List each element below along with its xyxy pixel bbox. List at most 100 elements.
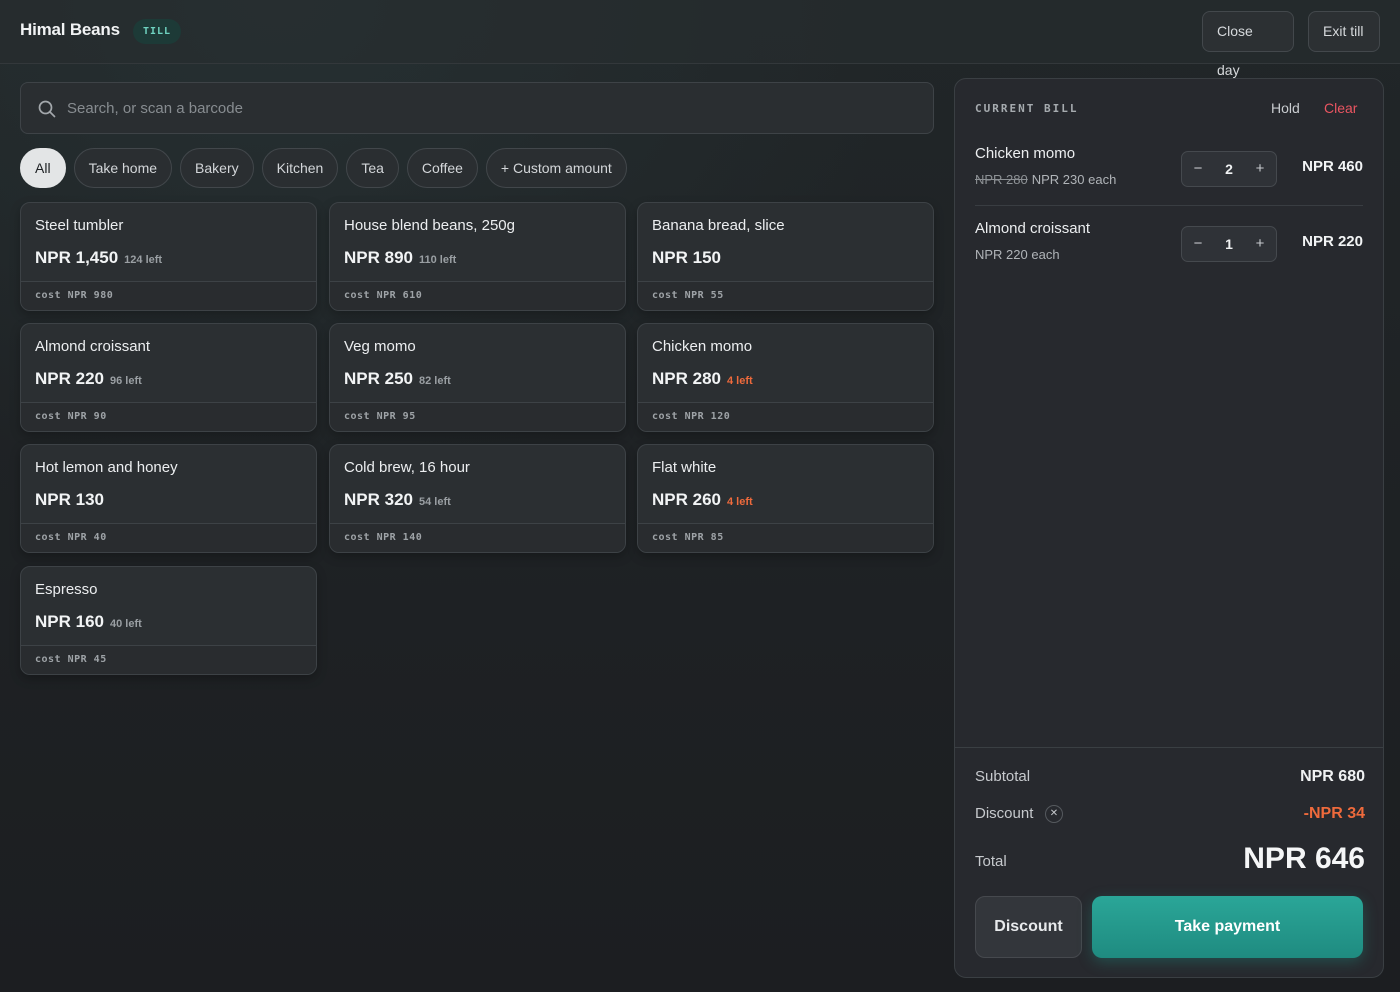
line-item-total: NPR 220 [1302, 233, 1363, 250]
chip-bakery[interactable]: Bakery [180, 148, 254, 188]
subtotal-value: NPR 680 [1300, 768, 1365, 785]
stock-count: 4 left [726, 496, 753, 508]
product-card[interactable]: Flat white NPR 260 4 left cost NPR 85 [637, 444, 934, 553]
bill-title: CURRENT BILL [975, 102, 1079, 115]
product-cost: cost NPR 140 [344, 532, 423, 543]
product-price: NPR 160 [35, 612, 104, 631]
product-cost: cost NPR 95 [344, 411, 416, 422]
total-value: NPR 646 [1243, 842, 1365, 875]
hold-button[interactable]: Hold [1271, 100, 1300, 116]
increase-quantity-button[interactable]: + [1244, 227, 1276, 261]
current-bill-panel: CURRENT BILL Hold Clear Chicken momo NPR… [954, 78, 1384, 978]
product-footer: cost NPR 980 [21, 281, 316, 310]
product-footer: cost NPR 45 [21, 645, 316, 674]
product-name: Chicken momo [652, 338, 753, 355]
stock-count: 54 left [418, 496, 451, 508]
product-card[interactable]: House blend beans, 250g NPR 890 110 left … [329, 202, 626, 311]
product-footer: cost NPR 610 [330, 281, 625, 310]
product-price-row: NPR 220 96 left [35, 369, 142, 389]
search-bar[interactable] [20, 82, 934, 134]
product-price: NPR 280 [652, 369, 721, 388]
chip-tea[interactable]: Tea [346, 148, 399, 188]
product-price: NPR 260 [652, 490, 721, 509]
custom-amount-button[interactable]: + Custom amount [485, 148, 627, 188]
exit-till-button[interactable]: Exit till [1308, 11, 1380, 52]
stock-count: 40 left [109, 618, 142, 630]
product-cost: cost NPR 55 [652, 290, 724, 301]
chip-all[interactable]: All [20, 148, 66, 188]
product-price-row: NPR 1,450 124 left [35, 248, 162, 268]
product-price: NPR 150 [652, 248, 721, 267]
original-price: NPR 280 [975, 172, 1028, 187]
quantity-value: 1 [1225, 236, 1233, 252]
product-cost: cost NPR 120 [652, 411, 731, 422]
product-card[interactable]: Cold brew, 16 hour NPR 320 54 left cost N… [329, 444, 626, 553]
product-price: NPR 220 [35, 369, 104, 388]
unit-price: NPR 230 each [1031, 172, 1117, 187]
product-name: Flat white [652, 459, 717, 476]
stock-count: 82 left [418, 375, 451, 387]
stock-count: 4 left [726, 375, 753, 387]
product-price: NPR 130 [35, 490, 104, 509]
discount-label: Discount [975, 805, 1034, 822]
product-name: Almond croissant [35, 338, 151, 355]
product-price-row: NPR 130 [35, 490, 110, 510]
chip-coffee[interactable]: Coffee [406, 148, 478, 188]
discount-value: -NPR 34 [1303, 805, 1365, 822]
product-name: Banana bread, slice [652, 217, 785, 234]
product-cost: cost NPR 610 [344, 290, 423, 301]
product-card[interactable]: Espresso NPR 160 40 left cost NPR 45 [20, 566, 317, 675]
product-price: NPR 1,450 [35, 248, 119, 267]
increase-quantity-button[interactable]: + [1244, 152, 1276, 186]
product-name: Steel tumbler [35, 217, 124, 234]
product-name: Veg momo [344, 338, 416, 355]
product-price-row: NPR 280 4 left [652, 369, 753, 389]
discount-button[interactable]: Discount [975, 896, 1082, 958]
search-input[interactable] [67, 83, 917, 133]
product-cost: cost NPR 980 [35, 290, 114, 301]
product-price-row: NPR 150 [652, 248, 727, 268]
decrease-quantity-button[interactable]: − [1182, 152, 1214, 186]
product-price-row: NPR 250 82 left [344, 369, 451, 389]
product-card[interactable]: Banana bread, slice NPR 150 cost NPR 55 [637, 202, 934, 311]
product-card[interactable]: Veg momo NPR 250 82 left cost NPR 95 [329, 323, 626, 432]
chip-kitchen[interactable]: Kitchen [261, 148, 339, 188]
product-footer: cost NPR 95 [330, 402, 625, 431]
product-card[interactable]: Almond croissant NPR 220 96 left cost NPR… [20, 323, 317, 432]
product-card[interactable]: Chicken momo NPR 280 4 left cost NPR 120 [637, 323, 934, 432]
product-name: Cold brew, 16 hour [344, 459, 470, 476]
remove-discount-icon[interactable]: ✕ [1045, 805, 1063, 823]
product-card[interactable]: Steel tumbler NPR 1,450 124 left cost NPR… [20, 202, 317, 311]
product-footer: cost NPR 90 [21, 402, 316, 431]
line-item-unit-price: NPR 280 NPR 230 each [975, 172, 1116, 187]
unit-price: NPR 220 each [975, 247, 1060, 262]
product-cost: cost NPR 90 [35, 411, 107, 422]
brand-name: Himal Beans [20, 20, 120, 39]
product-footer: cost NPR 120 [638, 402, 933, 431]
product-name: Hot lemon and honey [35, 459, 178, 476]
product-price: NPR 890 [344, 248, 413, 267]
category-filters: All Take home Bakery Kitchen Tea Coffee … [20, 148, 627, 188]
product-footer: cost NPR 85 [638, 523, 933, 552]
product-price: NPR 250 [344, 369, 413, 388]
product-price-row: NPR 890 110 left [344, 248, 456, 268]
close-day-button[interactable]: Close day [1202, 11, 1294, 78]
product-name: House blend beans, 250g [344, 217, 515, 234]
product-name: Espresso [35, 581, 98, 598]
product-price-row: NPR 160 40 left [35, 612, 142, 632]
till-badge: TILL [133, 19, 182, 44]
product-card[interactable]: Hot lemon and honey NPR 130 cost NPR 40 [20, 444, 317, 553]
product-footer: cost NPR 140 [330, 523, 625, 552]
quantity-value: 2 [1225, 161, 1233, 177]
search-icon [38, 100, 56, 118]
decrease-quantity-button[interactable]: − [1182, 227, 1214, 261]
bill-line-item: Almond croissant NPR 220 each − 1 + NPR … [975, 220, 1363, 286]
quantity-stepper: − 2 + [1181, 151, 1277, 187]
take-payment-button[interactable]: Take payment [1092, 896, 1363, 958]
subtotal-label: Subtotal [975, 768, 1031, 785]
clear-button[interactable]: Clear [1324, 100, 1357, 116]
bill-summary: Subtotal NPR 680 Discount ✕ -NPR 34 Tota… [955, 747, 1383, 977]
bill-line-item: Chicken momo NPR 280 NPR 230 each − 2 + N… [975, 145, 1363, 206]
chip-take-home[interactable]: Take home [73, 148, 173, 188]
product-cost: cost NPR 40 [35, 532, 107, 543]
